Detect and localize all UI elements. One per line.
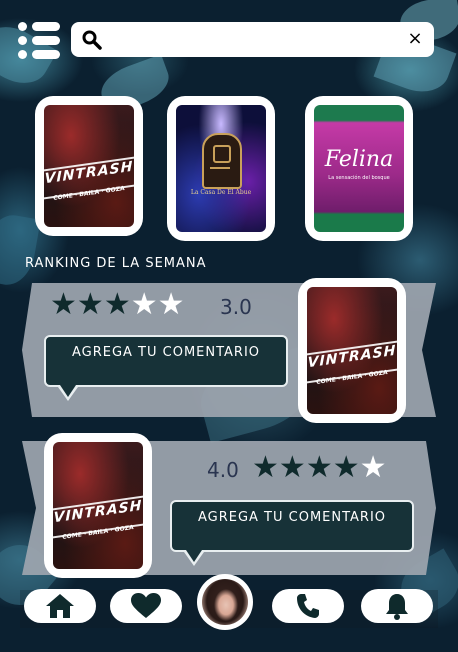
add-comment-label: AGREGA TU COMENTARIO [71,345,261,360]
add-comment-button[interactable]: AGREGA TU COMENTARIO [170,500,414,566]
venue-photo: Felina La sensación del bosque [314,105,404,232]
profile-avatar[interactable] [197,574,253,630]
background-leaf [0,211,41,289]
star-empty-icon: ★ [359,450,387,485]
ranking-venue-thumb[interactable]: VINTRASH COME · BAILA · GOZA [44,433,152,578]
star-filled-icon: ★ [103,287,131,322]
avatar-photo [202,579,248,625]
home-icon [46,594,74,618]
menu-icon[interactable] [18,20,62,60]
venue-photo: VINTRASH COME · BAILA · GOZA [44,105,134,227]
star-filled-icon: ★ [76,287,104,322]
nav-notifications-button[interactable] [361,589,433,623]
ranking-title: RANKING DE LA SEMANA [25,256,207,271]
bell-icon [386,594,408,620]
ranking-venue-thumb[interactable]: VINTRASH COME · BAILA · GOZA [298,278,406,423]
star-filled-icon: ★ [332,450,360,485]
heart-icon [131,593,161,618]
venue-logo [202,133,242,189]
rating-value: 3.0 [220,295,252,319]
star-empty-icon: ★ [157,287,185,322]
venue-logo-text: Felina [324,147,394,172]
search-icon [82,30,102,50]
add-comment-label: AGREGA TU COMENTARIO [197,510,387,525]
app-screen: × VINTRASH COME · BAILA · GOZA La Casa D… [0,0,458,652]
star-filled-icon: ★ [278,450,306,485]
star-rating: ★ ★ ★ ★ ★ [252,453,387,483]
venue-logo-text: La Casa De El Abue [190,189,252,196]
venue-photo: La Casa De El Abue [176,105,266,232]
search-bar[interactable]: × [71,22,434,57]
star-filled-icon: ★ [50,287,77,322]
star-empty-icon: ★ [130,287,158,322]
star-filled-icon: ★ [305,450,333,485]
venue-photo: VINTRASH COME · BAILA · GOZA [53,442,143,569]
close-icon[interactable]: × [404,28,426,50]
add-comment-button[interactable]: AGREGA TU COMENTARIO [44,335,288,401]
star-filled-icon: ★ [252,450,279,485]
rating-value: 4.0 [207,458,239,482]
star-rating: ★ ★ ★ ★ ★ [50,290,185,320]
venue-tagline: La sensación del bosque [328,175,390,181]
phone-icon [297,594,319,618]
search-input[interactable] [111,28,395,52]
nav-favorites-button[interactable] [110,589,182,623]
nav-home-button[interactable] [24,589,96,623]
venue-photo: VINTRASH COME · BAILA · GOZA [307,287,397,414]
featured-card-felina[interactable]: Felina La sensación del bosque [305,96,413,241]
nav-call-button[interactable] [272,589,344,623]
featured-card-vintrash[interactable]: VINTRASH COME · BAILA · GOZA [35,96,143,236]
featured-card-la-casa[interactable]: La Casa De El Abue [167,96,275,241]
